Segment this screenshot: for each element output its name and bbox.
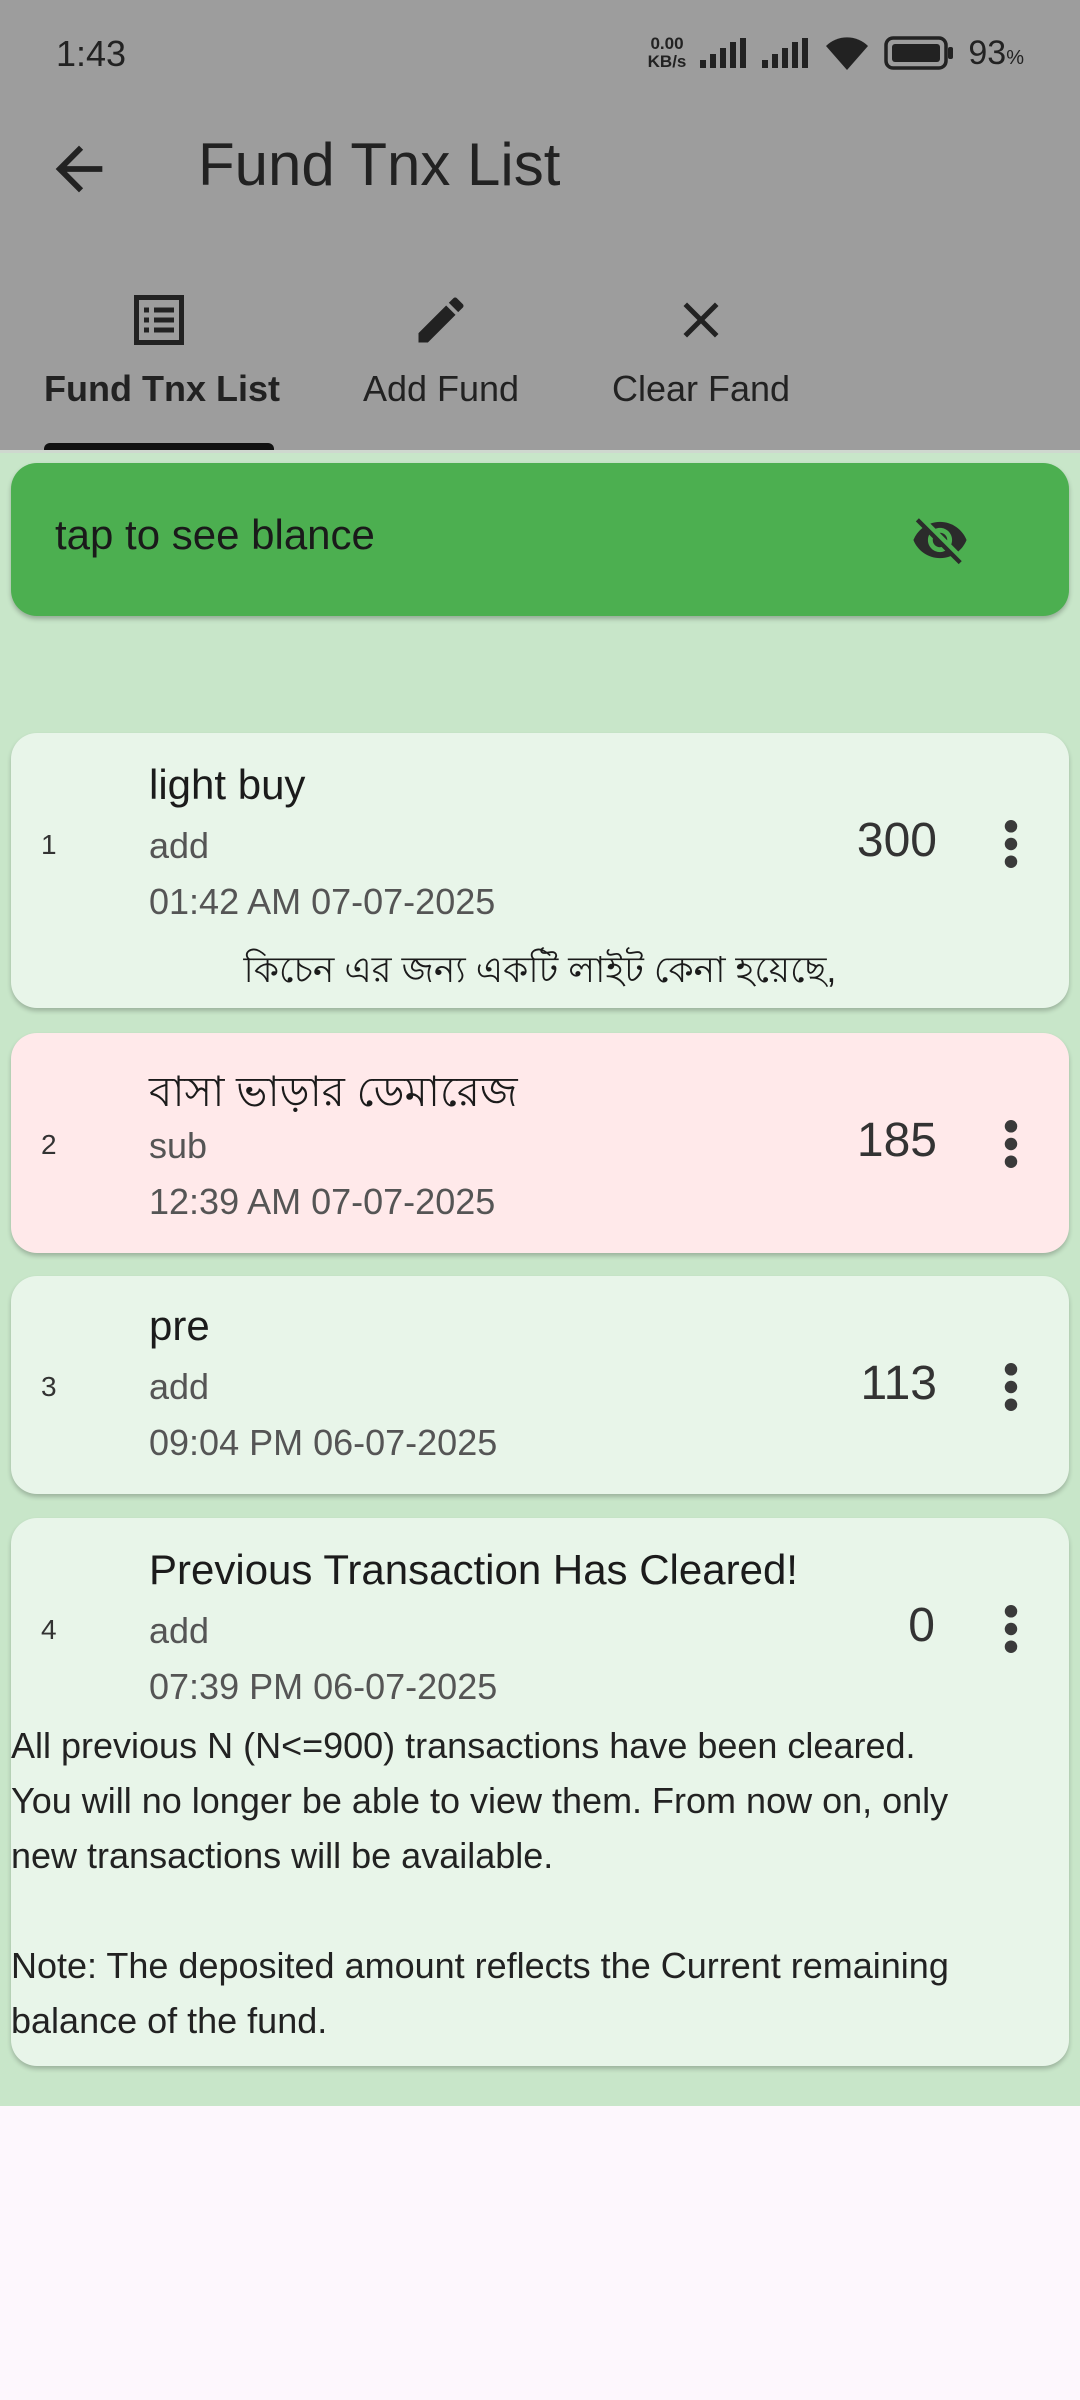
transaction-type: add: [149, 1610, 210, 1651]
signal-icon: [700, 38, 747, 68]
battery-icon: [884, 36, 954, 70]
tab-label: Clear Fand: [611, 368, 791, 409]
battery-percent: 93%: [968, 33, 1024, 72]
transaction-card-1[interactable]: 1 light buy add 01:42 AM 07-07-2025 300 …: [11, 733, 1069, 1008]
more-vert-icon[interactable]: [1001, 819, 1021, 869]
close-icon: [683, 302, 719, 338]
transaction-amount: 185: [856, 1114, 937, 1167]
status-time: 1:43: [56, 33, 127, 74]
top-app-bar: 1:43 0.00 KB/s 93% Fund Tnx List Fund Tn…: [0, 0, 1080, 451]
tab-fund-tnx-list[interactable]: Fund Tnx List: [44, 290, 280, 450]
transaction-card-3[interactable]: 3 pre add 09:04 PM 06-07-2025 113: [11, 1276, 1069, 1494]
eye-off-icon[interactable]: [907, 511, 973, 569]
page-title: Fund Tnx List: [198, 131, 561, 198]
tab-label: Add Fund: [362, 368, 520, 409]
transaction-datetime: 01:42 AM 07-07-2025: [149, 881, 496, 922]
transaction-title: pre: [149, 1302, 210, 1349]
transaction-index: 2: [41, 1129, 57, 1160]
transaction-index: 4: [41, 1614, 57, 1645]
transaction-card-2[interactable]: 2 বাসা ভাড়ার ডেমারেজ sub 12:39 AM 07-07…: [11, 1033, 1069, 1253]
transaction-index: 1: [41, 829, 57, 860]
transaction-datetime: 12:39 AM 07-07-2025: [149, 1181, 496, 1222]
signal-icon: [762, 38, 809, 68]
transaction-type: add: [149, 1366, 210, 1407]
transaction-index: 3: [41, 1371, 57, 1402]
transaction-type: add: [149, 825, 210, 866]
status-icons: 0.00 KB/s 93%: [648, 28, 1024, 78]
transaction-note: কিচেন এর জন্য একটি লাইট কেনা হয়েছে,: [243, 949, 837, 990]
transaction-title: বাসা ভাড়ার ডেমারেজ: [149, 1068, 518, 1115]
transaction-description: All previous N (N<=900) transactions hav…: [11, 1725, 949, 2041]
transaction-card-4[interactable]: 4 Previous Transaction Has Cleared! add …: [11, 1518, 1069, 2066]
transaction-amount: 300: [856, 814, 937, 867]
transaction-title: Previous Transaction Has Cleared!: [149, 1546, 798, 1593]
transaction-amount: 113: [860, 1357, 937, 1410]
transaction-datetime: 07:39 PM 06-07-2025: [149, 1666, 498, 1707]
more-vert-icon[interactable]: [1001, 1362, 1021, 1412]
wifi-icon: [826, 37, 869, 70]
transaction-title: light buy: [149, 761, 306, 808]
transaction-list[interactable]: tap to see blance 1 light buy add 01:42 …: [0, 453, 1080, 2106]
tab-add-fund[interactable]: Add Fund: [352, 290, 530, 450]
list-icon: [134, 295, 184, 345]
tab-clear-fund[interactable]: Clear Fand: [608, 290, 794, 450]
transaction-type: sub: [149, 1125, 208, 1166]
balance-label: tap to see blance: [55, 511, 375, 558]
more-vert-icon[interactable]: [1001, 1604, 1021, 1654]
network-speed: 0.00 KB/s: [647, 34, 687, 71]
arrow-left-icon[interactable]: [44, 134, 114, 204]
more-vert-icon[interactable]: [1001, 1119, 1021, 1169]
tab-label: Fund Tnx List: [44, 368, 280, 409]
pencil-icon: [418, 297, 464, 343]
transaction-datetime: 09:04 PM 06-07-2025: [149, 1422, 498, 1463]
balance-card[interactable]: tap to see blance: [11, 463, 1069, 616]
transaction-amount: 0: [908, 1599, 935, 1652]
